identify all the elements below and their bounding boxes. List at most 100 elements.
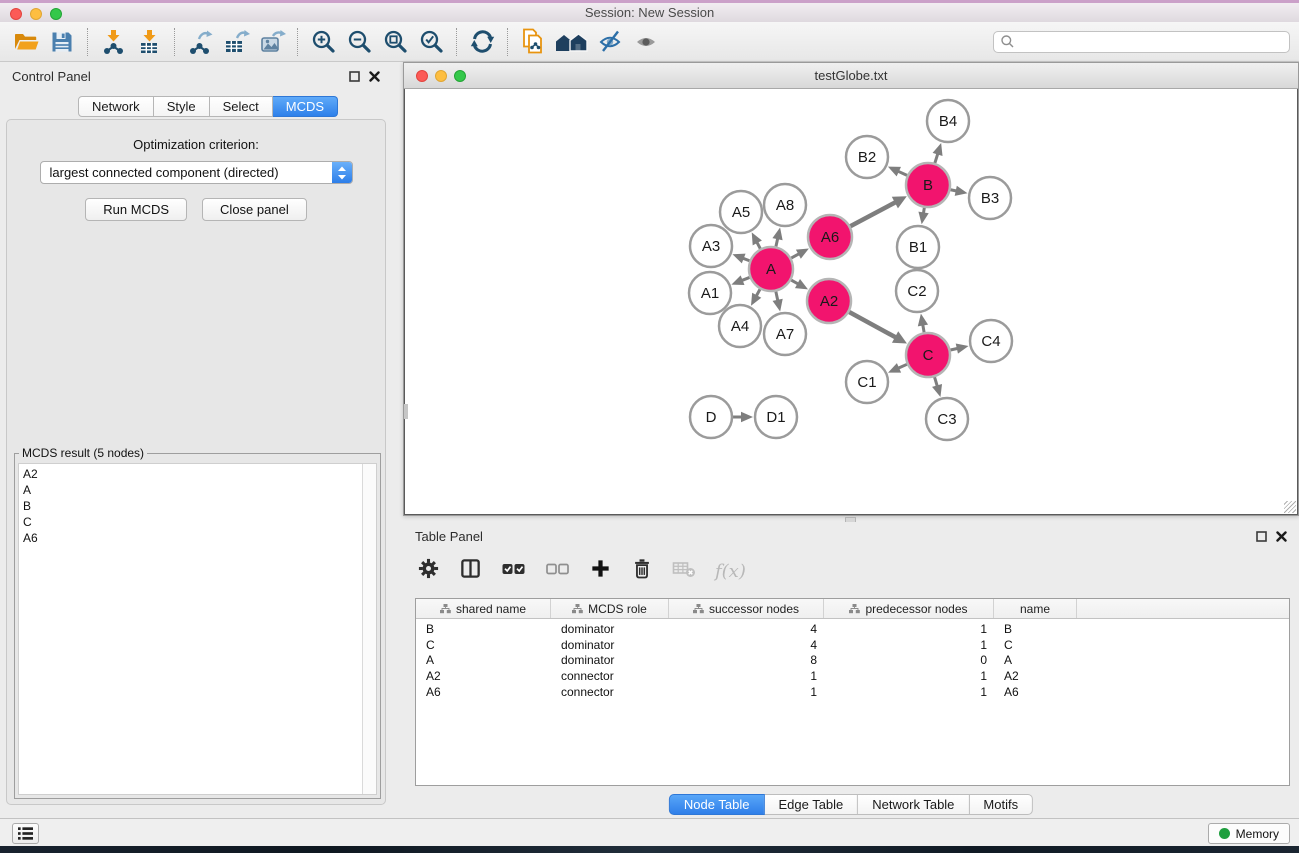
duplicate-network-button[interactable] (515, 26, 551, 58)
delete-table-button[interactable] (672, 559, 696, 584)
tab-edge-table[interactable]: Edge Table (764, 794, 858, 815)
mcds-result-item[interactable]: C (23, 514, 361, 530)
table-row[interactable]: Cdominator41C (416, 638, 1289, 654)
graph-node-A2[interactable]: A2 (807, 279, 851, 323)
network-canvas[interactable]: A A1 A2 A3 A4 A5 A6 A7 A8 B B1 B2 B3B4 C C1 C2 C3C4 D D1 (404, 89, 1298, 515)
graph-node-A[interactable]: A (749, 247, 793, 291)
tab-network-table[interactable]: Network Table (858, 794, 969, 815)
graph-edge-C-C4[interactable] (950, 344, 968, 354)
select-all-columns-button[interactable] (501, 557, 526, 585)
table-row[interactable]: Adominator80A (416, 653, 1289, 669)
graph-edge-A2-C[interactable] (849, 312, 907, 343)
table-row[interactable]: A2connector11A2 (416, 669, 1289, 685)
close-panel-button[interactable]: Close panel (202, 198, 307, 221)
add-column-button[interactable] (589, 557, 612, 585)
tab-style[interactable]: Style (154, 96, 210, 117)
tab-network[interactable]: Network (78, 96, 154, 117)
column-header-predecessor-nodes[interactable]: predecessor nodes (824, 599, 994, 618)
delete-column-button[interactable] (631, 557, 653, 585)
search-input[interactable] (1015, 35, 1289, 49)
table-row[interactable]: A6connector11A6 (416, 685, 1289, 701)
graph-edge-A-A1[interactable] (731, 275, 749, 285)
network-minimize-button[interactable] (435, 70, 447, 82)
graph-edge-D-D1[interactable] (733, 412, 753, 422)
zoom-selected-button[interactable] (413, 26, 449, 58)
save-session-button[interactable] (44, 26, 80, 58)
export-table-button[interactable] (218, 26, 254, 58)
graph-node-A1[interactable]: A1 (689, 272, 731, 314)
graph-node-A4[interactable]: A4 (719, 305, 761, 347)
unselect-all-columns-button[interactable] (545, 557, 570, 585)
column-header-successor-nodes[interactable]: successor nodes (669, 599, 824, 618)
graph-edge-A6-B[interactable] (850, 196, 906, 226)
graph-node-D[interactable]: D (690, 396, 732, 438)
graph-node-B[interactable]: B (906, 163, 950, 207)
graph-edge-B-B2[interactable] (888, 167, 907, 177)
close-table-panel-icon[interactable] (1276, 531, 1287, 542)
table-row[interactable]: Bdominator41B (416, 622, 1289, 638)
graph-edge-B-B3[interactable] (951, 186, 968, 196)
graph-node-A8[interactable]: A8 (764, 184, 806, 226)
graph-edge-A-A5[interactable] (752, 232, 762, 248)
mcds-result-item[interactable]: B (23, 498, 361, 514)
network-vscroll-thumb[interactable] (404, 404, 408, 419)
graph-node-A3[interactable]: A3 (690, 225, 732, 267)
optimization-criterion-select[interactable]: largest connected component (directed) (40, 161, 353, 184)
float-panel-icon[interactable] (349, 71, 360, 82)
graph-node-C[interactable]: C (906, 333, 950, 377)
graph-node-D1[interactable]: D1 (755, 396, 797, 438)
float-table-panel-icon[interactable] (1256, 531, 1267, 542)
zoom-in-button[interactable] (305, 26, 341, 58)
refresh-layout-button[interactable] (464, 26, 500, 58)
zoom-fit-button[interactable] (377, 26, 413, 58)
home-view-button[interactable] (551, 26, 593, 58)
run-mcds-button[interactable]: Run MCDS (85, 198, 187, 221)
mcds-result-item[interactable]: A (23, 482, 361, 498)
graph-edge-A-A8[interactable] (772, 227, 782, 246)
result-scrollbar[interactable] (362, 464, 376, 794)
export-network-button[interactable] (182, 26, 218, 58)
graph-edge-C-C2[interactable] (918, 314, 928, 333)
node-table[interactable]: shared nameMCDS rolesuccessor nodesprede… (415, 598, 1290, 786)
graph-node-A7[interactable]: A7 (764, 313, 806, 355)
minimize-window-button[interactable] (30, 8, 42, 20)
tab-node-table[interactable]: Node Table (669, 794, 765, 815)
mcds-result-item[interactable]: A6 (23, 530, 361, 546)
zoom-out-button[interactable] (341, 26, 377, 58)
graph-node-C2[interactable]: C2 (896, 270, 938, 312)
graph-edge-B-B4[interactable] (933, 143, 943, 163)
graph-node-B3[interactable]: B3 (969, 177, 1011, 219)
column-header-name[interactable]: name (994, 599, 1077, 618)
hide-annotations-button[interactable] (593, 26, 629, 58)
graph-edge-C-C1[interactable] (888, 363, 907, 373)
import-table-button[interactable] (131, 26, 167, 58)
task-history-button[interactable] (12, 823, 39, 844)
graph-node-C4[interactable]: C4 (970, 320, 1012, 362)
memory-button[interactable]: Memory (1208, 823, 1290, 844)
graph-node-B4[interactable]: B4 (927, 100, 969, 142)
close-window-button[interactable] (10, 8, 22, 20)
tab-select[interactable]: Select (210, 96, 273, 117)
network-close-button[interactable] (416, 70, 428, 82)
table-settings-button[interactable] (417, 557, 440, 585)
graph-edge-C-C3[interactable] (932, 377, 942, 397)
close-panel-icon[interactable] (369, 71, 380, 82)
resize-grip[interactable] (1284, 501, 1296, 513)
graph-edge-A-A2[interactable] (791, 279, 808, 289)
graph-node-A5[interactable]: A5 (720, 191, 762, 233)
graph-edge-A-A6[interactable] (791, 248, 809, 258)
graph-edge-A-A7[interactable] (773, 291, 783, 311)
graph-node-B2[interactable]: B2 (846, 136, 888, 178)
graph-node-C1[interactable]: C1 (846, 361, 888, 403)
mcds-result-item[interactable]: A2 (23, 466, 361, 482)
show-annotations-button[interactable] (629, 26, 665, 58)
import-network-button[interactable] (95, 26, 131, 58)
show-columns-button[interactable] (459, 557, 482, 585)
graph-edge-A-A4[interactable] (751, 289, 761, 306)
zoom-window-button[interactable] (50, 8, 62, 20)
graph-node-A6[interactable]: A6 (808, 215, 852, 259)
graph-node-C3[interactable]: C3 (926, 398, 968, 440)
network-window-titlebar[interactable]: testGlobe.txt (404, 63, 1298, 89)
tab-motifs[interactable]: Motifs (969, 794, 1033, 815)
graph-node-B1[interactable]: B1 (897, 226, 939, 268)
